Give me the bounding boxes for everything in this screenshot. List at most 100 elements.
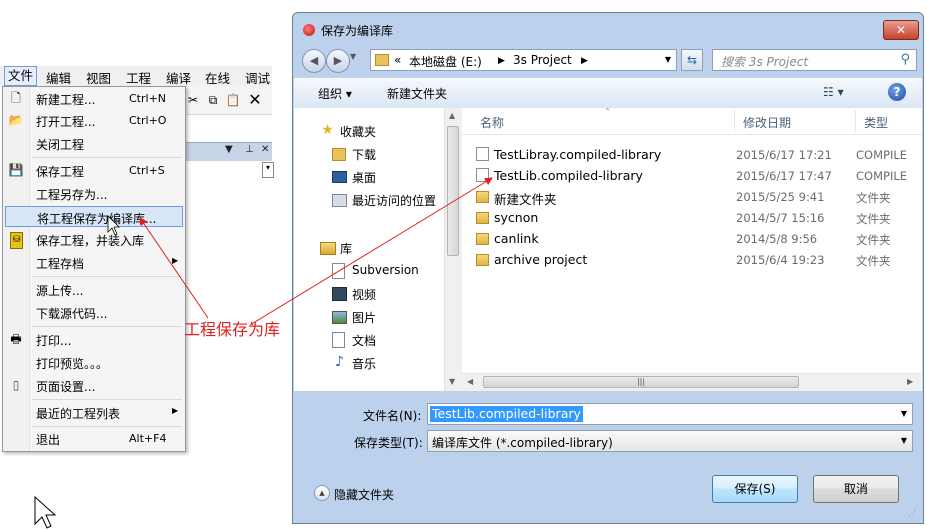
menu-project[interactable]: 工程 (126, 68, 151, 87)
hide-folders-button[interactable]: 隐藏文件夹 (334, 486, 394, 503)
breadcrumb-separator-icon[interactable]: ▶ (581, 56, 588, 66)
search-icon[interactable]: ⚲ (900, 52, 910, 67)
scroll-down-icon[interactable]: ▼ (449, 377, 455, 386)
panel-combo[interactable]: ▾ (262, 162, 274, 178)
file-row[interactable]: TestLib.compiled-library 2015/6/17 17:47… (470, 165, 920, 186)
back-icon[interactable]: ◀ (302, 49, 326, 73)
menu-item-download-source[interactable]: 下载源代码... (5, 302, 183, 323)
collapse-icon[interactable]: ▲ (314, 485, 330, 501)
organize-button[interactable]: 组织 ▾ (318, 85, 352, 102)
menu-item-exit[interactable]: 退出 Alt+F4 (5, 428, 183, 449)
breadcrumb-drive[interactable]: 本地磁盘 (E:) (409, 53, 482, 70)
nav-item-documents[interactable]: 文档 (294, 328, 444, 350)
nav-item-subversion[interactable]: Subversion (294, 259, 444, 281)
menu-item-save-project[interactable]: 💾 保存工程 Ctrl+S (5, 160, 183, 181)
close-icon[interactable]: ✕ (261, 144, 269, 155)
chevron-down-icon[interactable]: ▼ (665, 55, 671, 64)
nav-item-music[interactable]: ♪ 音乐 (294, 351, 444, 373)
nav-item-desktop[interactable]: 桌面 (294, 165, 444, 187)
nav-item-pictures[interactable]: 图片 (294, 305, 444, 327)
resize-grip-icon[interactable]: ⋰ (908, 509, 916, 518)
menu-build[interactable]: 编译 (166, 68, 191, 87)
menu-item-print[interactable]: 🖶 打印... (5, 329, 183, 350)
menu-item-page-setup[interactable]: ▯ 页面设置... (5, 375, 183, 396)
menu-item-save-as[interactable]: 工程另存为... (5, 183, 183, 204)
menu-online[interactable]: 在线 (205, 68, 230, 87)
file-row[interactable]: canlink 2014/5/8 9:56 文件夹 (470, 228, 920, 249)
menu-item-open-project[interactable]: 📂 打开工程... Ctrl+O (5, 110, 183, 131)
filename-input[interactable]: TestLib.compiled-library (430, 406, 583, 422)
menu-item-save-and-install[interactable]: ⛁ 保存工程，并装入库 (5, 229, 183, 250)
menu-separator (32, 276, 182, 277)
menu-item-shortcut: Ctrl+N (129, 92, 167, 105)
cancel-button[interactable]: 取消 (813, 475, 899, 503)
copy-icon[interactable]: ⧉ (205, 92, 221, 108)
forward-icon[interactable]: ▶ (326, 49, 350, 73)
help-icon[interactable]: ? (888, 83, 906, 101)
desktop-icon (332, 171, 347, 183)
filename-field[interactable]: TestLib.compiled-library ▼ (427, 403, 913, 425)
file-type: 文件夹 (856, 191, 891, 205)
address-bar[interactable]: « 本地磁盘 (E:) ▶ 3s Project ▶ ▼ (370, 49, 677, 71)
nav-item-recent[interactable]: 最近访问的位置 (294, 188, 444, 210)
filetype-select[interactable]: 编译库文件 (*.compiled-library) ▼ (427, 430, 913, 452)
menu-item-archive-project[interactable]: 工程存档 ▶ (5, 252, 183, 273)
column-name[interactable]: 名称 (480, 114, 504, 131)
menu-item-close-project[interactable]: 关闭工程 (5, 133, 183, 154)
dialog-navbar: ◀ ▶ ▼ « 本地磁盘 (E:) ▶ 3s Project ▶ ▼ ⇆ 搜索 … (293, 46, 923, 74)
menu-item-print-preview[interactable]: 打印预览。。。 (5, 352, 183, 373)
paste-icon[interactable]: 📋 (225, 92, 241, 108)
close-button[interactable]: ✕ (883, 20, 919, 40)
search-box[interactable]: 搜索 3s Project ⚲ (712, 49, 917, 71)
breadcrumb-overflow[interactable]: « (394, 53, 401, 67)
chevron-down-icon[interactable]: ▼ (225, 144, 233, 155)
menu-item-source-upload[interactable]: 源上传... (5, 279, 183, 300)
save-button[interactable]: 保存(S) (712, 475, 798, 503)
scroll-up-icon[interactable]: ▲ (449, 111, 455, 120)
delete-icon[interactable]: ✕ (247, 92, 263, 108)
file-row[interactable]: 新建文件夹 2015/5/25 9:41 文件夹 (470, 186, 920, 207)
nav-label: 最近访问的位置 (352, 194, 437, 208)
breadcrumb-separator-icon[interactable]: ▶ (498, 56, 505, 66)
view-options-icon[interactable]: ☷ ▾ (823, 85, 844, 99)
menu-view[interactable]: 视图 (86, 68, 111, 87)
menu-separator (32, 157, 182, 158)
scroll-left-icon[interactable]: ◀ (467, 377, 473, 386)
navigation-pane: ★ 收藏夹 下载 桌面 最近访问的位置 库 Subversion 视频 图片 文… (294, 108, 444, 391)
nav-label: 库 (340, 242, 353, 256)
cut-icon[interactable]: ✂ (185, 92, 201, 108)
nav-libraries[interactable]: 库 (294, 236, 444, 258)
nav-favorites[interactable]: ★ 收藏夹 (294, 119, 444, 141)
column-divider[interactable] (734, 110, 735, 132)
chevron-down-icon[interactable]: ▼ (901, 409, 907, 418)
scroll-thumb[interactable]: ||| (483, 376, 799, 388)
pin-icon[interactable]: ⊥ (245, 144, 254, 155)
filetype-value: 编译库文件 (*.compiled-library) (432, 436, 613, 450)
history-dropdown-icon[interactable]: ▼ (350, 52, 356, 61)
menu-edit[interactable]: 编辑 (46, 68, 71, 87)
scroll-right-icon[interactable]: ▶ (907, 377, 913, 386)
refresh-icon[interactable]: ⇆ (681, 49, 703, 71)
file-hscrollbar[interactable]: ◀ ||| ▶ (461, 373, 921, 391)
menu-debug[interactable]: 调试 (245, 68, 270, 87)
column-type[interactable]: 类型 (864, 114, 888, 131)
menu-item-new-project[interactable]: 🗋 新建工程... Ctrl+N (5, 88, 183, 109)
menu-item-recent-projects[interactable]: 最近的工程列表 ▶ (5, 402, 183, 423)
scroll-thumb[interactable] (447, 126, 459, 256)
search-input[interactable]: 搜索 3s Project (721, 53, 808, 70)
new-project-icon: 🗋 (11, 91, 21, 105)
menu-item-save-as-library[interactable]: 将工程保存为编译库... (5, 206, 183, 227)
file-row[interactable]: TestLibray.compiled-library 2015/6/17 17… (470, 144, 920, 165)
nav-item-videos[interactable]: 视频 (294, 282, 444, 304)
new-folder-button[interactable]: 新建文件夹 (387, 85, 447, 102)
file-row[interactable]: archive project 2015/6/4 19:23 文件夹 (470, 249, 920, 270)
chevron-down-icon[interactable]: ▼ (901, 436, 907, 445)
column-date[interactable]: 修改日期 (743, 114, 791, 131)
breadcrumb-folder[interactable]: 3s Project (513, 53, 572, 67)
nav-scrollbar[interactable]: ▲ ▼ (444, 108, 462, 391)
menu-item-shortcut: Ctrl+O (129, 114, 167, 127)
nav-item-downloads[interactable]: 下载 (294, 142, 444, 164)
file-row[interactable]: sycnon 2014/5/7 15:16 文件夹 (470, 207, 920, 228)
menu-file[interactable]: 文件 (4, 66, 38, 86)
column-divider[interactable] (855, 110, 856, 132)
